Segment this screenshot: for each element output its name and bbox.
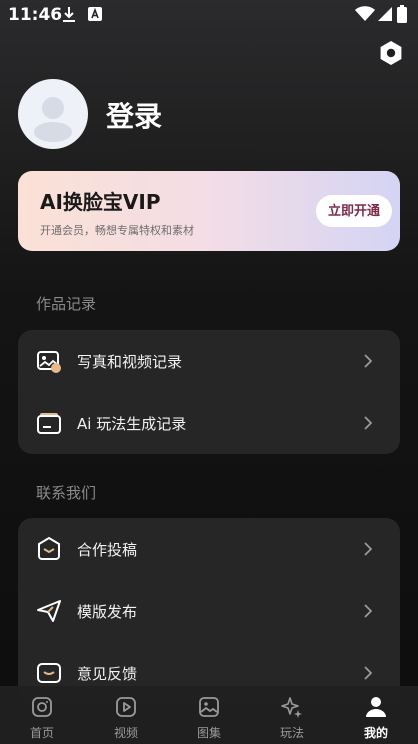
list-item-label: 合作投稿 [77,541,138,559]
activate-vip-button[interactable]: 立即开通 [316,195,392,227]
feedback-icon [37,663,61,683]
chevron-right-icon [364,542,372,556]
list-item-label: Ai 玩法生成记录 [77,415,187,433]
tab-gallery[interactable]: 图集 [167,686,251,744]
list-item-label: 模版发布 [77,603,138,621]
wifi-icon [355,6,375,21]
records-card: 写真和视频记录 Ai 玩法生成记录 [18,330,400,454]
vip-subtitle: 开通会员，畅想专属特权和素材 [40,224,194,237]
avatar[interactable] [18,79,88,149]
chevron-right-icon [364,666,372,680]
battery-icon [397,5,407,23]
signal-icon [378,7,392,21]
tab-mine[interactable]: 我的 [334,686,418,744]
list-item-submission[interactable]: 合作投稿 [18,518,400,580]
tab-label: 我的 [363,726,388,740]
status-time: 11:46 [8,5,63,25]
tab-play[interactable]: 玩法 [250,686,334,744]
settings-icon[interactable] [378,40,404,66]
tab-home[interactable]: 首页 [0,686,84,744]
submit-icon [38,536,60,560]
photo-record-icon [37,351,61,373]
home-icon [32,697,52,717]
tab-label: 玩法 [279,726,304,740]
list-item-photo-video-records[interactable]: 写真和视频记录 [18,330,400,392]
contact-section-title: 联系我们 [36,484,97,502]
sparkle-icon [281,697,302,718]
list-item-label: 写真和视频记录 [77,353,183,371]
list-item-label: 意见反馈 [77,665,138,683]
tab-label: 视频 [113,726,138,740]
vip-banner[interactable]: AI换脸宝VIP 开通会员，畅想专属特权和素材 立即开通 [18,171,400,251]
login-label[interactable]: 登录 [106,95,162,135]
default-avatar-icon [34,97,72,142]
status-bar: 11:46 [0,0,418,30]
video-icon [116,697,136,717]
bottom-tab-bar: 首页 视频 图集 玩法 我的 [0,686,418,744]
download-icon [63,7,75,22]
chevron-right-icon [364,416,372,430]
app-notification-icon [88,7,102,21]
records-section-title: 作品记录 [36,295,97,313]
person-icon [366,697,386,717]
tab-video[interactable]: 视频 [84,686,168,744]
list-item-template-publish[interactable]: 模版发布 [18,580,400,642]
tab-label: 首页 [29,726,54,740]
chevron-right-icon [364,354,372,368]
gallery-icon [199,697,219,717]
list-item-ai-records[interactable]: Ai 玩法生成记录 [18,392,400,454]
tab-label: 图集 [196,726,221,740]
contact-card: 合作投稿 模版发布 意见反馈 [18,518,400,704]
chevron-right-icon [364,604,372,618]
vip-title: AI换脸宝VIP [40,190,161,214]
send-icon [37,600,61,622]
ai-record-icon [37,413,61,434]
